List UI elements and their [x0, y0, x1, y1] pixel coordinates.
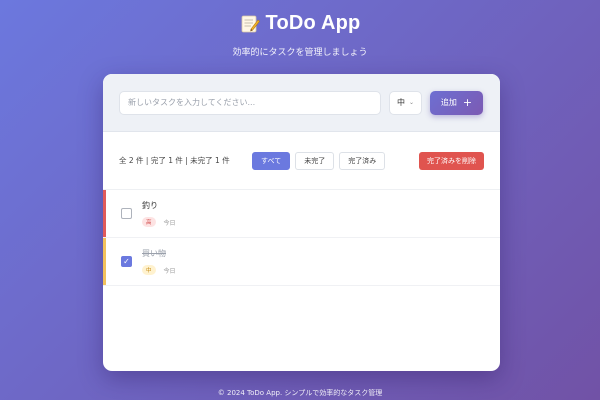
- memo-icon: [240, 14, 260, 34]
- add-task-label: 追加: [440, 98, 457, 107]
- app-header: ToDo App 効率的にタスクを管理しましょう: [0, 12, 600, 58]
- priority-select[interactable]: 中 ⌄: [389, 90, 422, 115]
- task-meta: 高 今日: [142, 217, 176, 227]
- priority-bar-mid: [103, 238, 106, 285]
- filter-bar: 全 2 件 | 完了 1 件 | 未完了 1 件 すべて 未完了 完了済み 完了…: [103, 132, 500, 190]
- task-date: 今日: [163, 219, 176, 227]
- todo-card: 中 ⌄ 追加 + 全 2 件 | 完了 1 件 | 未完了 1 件 すべて 未完…: [103, 74, 500, 371]
- plus-icon: +: [462, 96, 473, 109]
- task-input[interactable]: [119, 90, 381, 115]
- priority-bar-high: [103, 190, 106, 237]
- checkmark-icon: ✓: [123, 257, 130, 266]
- task-checkbox[interactable]: [121, 208, 132, 219]
- task-item: ✓ 買い物 中 今日: [103, 238, 500, 286]
- priority-badge: 中: [142, 265, 156, 275]
- task-input-area: 中 ⌄ 追加 +: [103, 74, 500, 132]
- task-meta: 中 今日: [142, 265, 176, 275]
- filter-group: すべて 未完了 完了済み: [252, 151, 386, 170]
- clear-completed-button[interactable]: 完了済みを削除: [419, 151, 484, 170]
- chevron-down-icon: ⌄: [408, 99, 415, 106]
- task-date: 今日: [163, 267, 176, 275]
- task-stats: 全 2 件 | 完了 1 件 | 未完了 1 件: [119, 156, 230, 165]
- task-text: 釣り: [142, 201, 158, 210]
- priority-badge: 高: [142, 217, 156, 227]
- filter-completed-button[interactable]: 完了済み: [339, 151, 386, 170]
- priority-select-value: 中: [396, 98, 405, 107]
- filter-active-button[interactable]: 未完了: [295, 151, 335, 170]
- task-body: 買い物 中 今日: [142, 248, 176, 275]
- app-title: ToDo App: [265, 12, 361, 34]
- task-body: 釣り 高 今日: [142, 200, 176, 227]
- title-row: ToDo App: [0, 12, 600, 35]
- task-item: 釣り 高 今日: [103, 190, 500, 238]
- task-list: 釣り 高 今日 ✓ 買い物 中 今日: [103, 190, 500, 286]
- task-checkbox-checked[interactable]: ✓: [121, 256, 132, 267]
- add-task-button[interactable]: 追加 +: [430, 90, 483, 115]
- app-footer: © 2024 ToDo App. シンプルで効率的なタスク管理: [217, 389, 383, 397]
- task-text: 買い物: [142, 249, 166, 258]
- filter-all-button[interactable]: すべて: [252, 151, 291, 170]
- app-subtitle: 効率的にタスクを管理しましょう: [232, 48, 368, 58]
